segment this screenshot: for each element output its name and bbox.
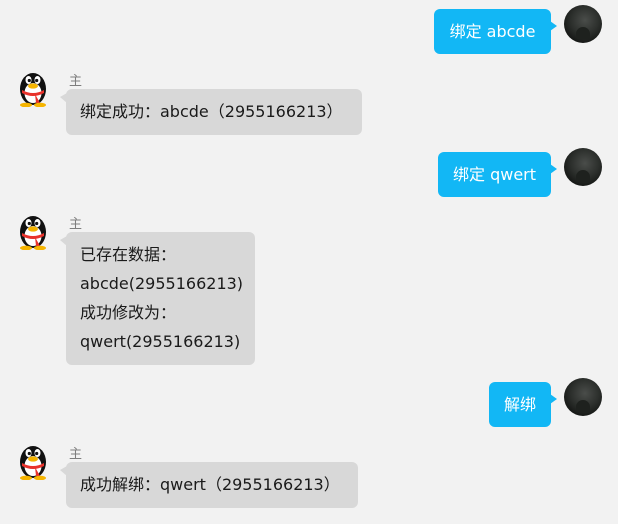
user-avatar-icon[interactable] — [564, 378, 602, 416]
qq-penguin-avatar-icon[interactable] — [15, 440, 51, 480]
message-line: qwert(2955166213) — [80, 332, 241, 351]
message-bubble-user[interactable]: 绑定 abcde — [434, 9, 557, 54]
message-line: 已存在数据： — [80, 245, 177, 264]
qq-penguin-avatar-icon[interactable] — [15, 210, 51, 250]
message-line: 成功解绑：qwert（2955166213） — [80, 475, 340, 494]
message-bubble-user[interactable]: 解绑 — [489, 382, 557, 427]
user-avatar-icon[interactable] — [564, 148, 602, 186]
message-line: 绑定成功：abcde（2955166213） — [80, 102, 343, 121]
message-line: abcde(2955166213) — [80, 274, 244, 293]
message-bubble-bot[interactable]: 绑定成功：abcde（2955166213） — [60, 89, 362, 135]
user-avatar-icon[interactable] — [564, 5, 602, 43]
message-bubble-bot[interactable]: 已存在数据： abcde(2955166213) 成功修改为： qwert(29… — [60, 232, 255, 365]
qq-penguin-avatar-icon[interactable] — [15, 67, 51, 107]
message-bubble-bot[interactable]: 成功解绑：qwert（2955166213） — [60, 462, 358, 508]
message-line: 成功修改为： — [80, 303, 177, 322]
message-bubble-user[interactable]: 绑定 qwert — [438, 152, 557, 197]
